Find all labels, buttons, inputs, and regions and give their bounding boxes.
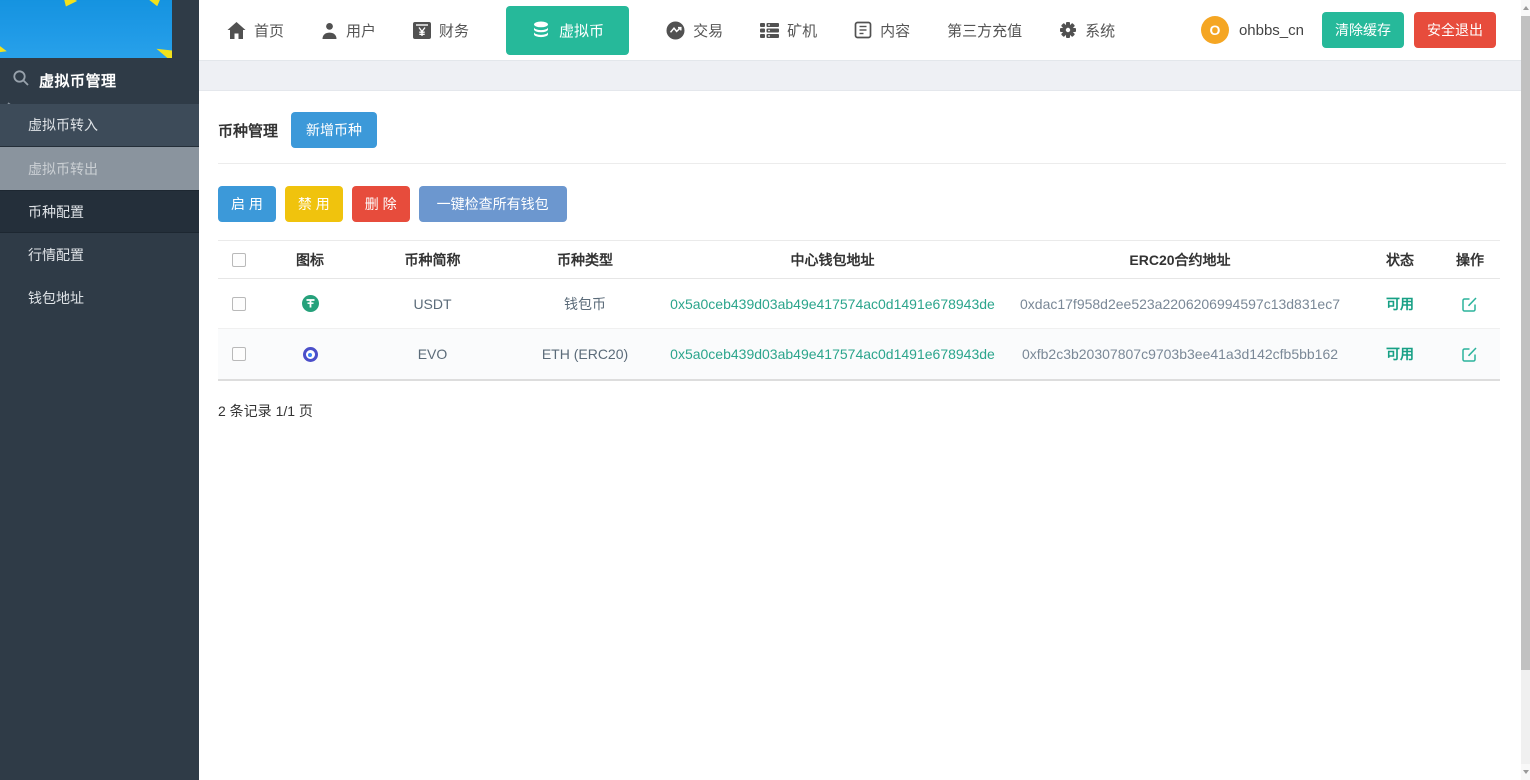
scroll-down-arrow-icon[interactable] [1521,764,1530,780]
username-label[interactable]: ohbbs_cn [1239,22,1304,39]
edit-icon[interactable] [1461,295,1479,313]
nav-item-label: 交易 [693,20,723,41]
tab-currency-management[interactable]: 币种管理 [218,120,278,141]
evo-coin-icon [303,347,318,362]
status-badge: 可用 [1386,294,1414,314]
row-checkbox[interactable] [232,347,246,361]
sidebar-item-transfer-out[interactable]: 虚拟币转出 [0,147,199,190]
tab-row: 币种管理 新增币种 [218,112,1506,148]
edit-icon[interactable] [1461,345,1479,363]
wallet-address-link[interactable]: 0x5a0ceb439d03ab49e417574ac0d1491e678943… [670,296,995,312]
header-icon: 图标 [260,250,360,270]
sidebar: 虚拟币管理 虚拟币转入 虚拟币转出 币种配置 行情配置 钱包地址 [0,0,199,780]
nav-item-label: 系统 [1085,20,1115,41]
select-all-checkbox[interactable] [232,253,246,267]
check-all-wallets-button[interactable]: 一键检查所有钱包 [419,186,567,222]
nav-item-thirdparty-recharge[interactable]: 第三方充值 [947,20,1022,41]
sidebar-item-wallet-address[interactable]: 钱包地址 [0,276,199,319]
user-avatar[interactable]: O [1201,16,1229,44]
table-row-usdt: USDT 钱包币 0x5a0ceb439d03ab49e417574ac0d14… [218,279,1500,329]
header-status: 状态 [1360,250,1440,270]
table-header-row: 图标 币种简称 币种类型 中心钱包地址 ERC20合约地址 状态 操作 [218,241,1500,279]
server-icon [760,22,779,39]
records-count: 2 条记录 1/1 页 [218,401,1506,421]
coin-abbr: USDT [360,296,505,312]
site-logo[interactable] [0,0,172,58]
erc20-address: 0xfb2c3b20307807c9703b3ee41a3d142cfb5bb1… [1022,346,1338,362]
sidebar-item-currency-config[interactable]: 币种配置 [0,190,199,233]
vertical-scrollbar[interactable] [1521,0,1530,780]
nav-user-area: O ohbbs_cn 清除缓存 安全退出 [1201,12,1496,48]
wallet-address-link[interactable]: 0x5a0ceb439d03ab49e417574ac0d1491e678943… [670,346,995,362]
top-navigation: 首页 用户 财务 虚拟币 交易 [199,0,1530,61]
nav-item-mining[interactable]: 矿机 [760,20,817,41]
row-checkbox[interactable] [232,297,246,311]
nav-item-system[interactable]: 系统 [1059,20,1115,41]
logo-decoration [59,0,78,10]
clear-cache-button[interactable]: 清除缓存 [1322,12,1404,48]
finance-icon [413,22,431,39]
sidebar-section-title: 虚拟币管理 [0,58,199,102]
header-wallet: 中心钱包地址 [665,250,1000,270]
logo-decoration [156,40,172,58]
nav-item-content[interactable]: 内容 [854,20,910,41]
disable-button[interactable]: 禁 用 [285,186,343,222]
nav-item-label: 首页 [254,20,284,41]
nav-item-crypto-active[interactable]: 虚拟币 [506,6,629,55]
header-action: 操作 [1440,250,1500,270]
nav-item-label: 虚拟币 [559,20,604,41]
coin-abbr: EVO [360,346,505,362]
sidebar-title-label: 虚拟币管理 [39,70,117,91]
coin-type: 钱包币 [505,294,665,314]
nav-item-label: 内容 [880,20,910,41]
home-icon [227,22,246,39]
tab-divider [218,163,1506,164]
sidebar-menu: 虚拟币转入 虚拟币转出 币种配置 行情配置 钱包地址 [0,104,199,319]
scrollbar-thumb[interactable] [1521,16,1530,670]
delete-button[interactable]: 删 除 [352,186,410,222]
coin-type: ETH (ERC20) [505,346,665,362]
nav-menu: 首页 用户 财务 虚拟币 交易 [227,6,1115,55]
nav-item-label: 矿机 [787,20,817,41]
nav-item-label: 用户 [346,20,376,41]
header-type: 币种类型 [505,250,665,270]
logo-decoration [149,0,165,8]
nav-item-trade[interactable]: 交易 [666,20,723,41]
nav-item-finance[interactable]: 财务 [413,20,469,41]
enable-button[interactable]: 启 用 [218,186,276,222]
header-abbr: 币种简称 [360,250,505,270]
database-icon [531,21,551,39]
logo-decoration [0,45,8,55]
status-badge: 可用 [1386,344,1414,364]
header-erc20: ERC20合约地址 [1000,250,1360,270]
nav-item-users[interactable]: 用户 [321,20,376,41]
scroll-up-arrow-icon[interactable] [1521,0,1530,16]
document-icon [854,21,872,39]
exchange-icon [666,21,685,40]
currency-table: 图标 币种简称 币种类型 中心钱包地址 ERC20合约地址 状态 操作 USDT… [218,240,1500,381]
usdt-coin-icon [302,295,319,312]
search-icon [12,69,30,92]
erc20-address: 0xdac17f958d2ee523a2206206994597c13d831e… [1020,296,1340,312]
nav-item-label: 第三方充值 [947,20,1022,41]
add-currency-button[interactable]: 新增币种 [291,112,377,148]
logout-button[interactable]: 安全退出 [1414,12,1496,48]
user-icon [321,22,338,39]
sidebar-item-market-config[interactable]: 行情配置 [0,233,199,276]
nav-item-home[interactable]: 首页 [227,20,284,41]
nav-item-label: 财务 [439,20,469,41]
main-content: 币种管理 新增币种 启 用 禁 用 删 除 一键检查所有钱包 图标 币种简称 币… [199,91,1521,780]
gear-icon [1059,21,1077,39]
table-row-evo: EVO ETH (ERC20) 0x5a0ceb439d03ab49e41757… [218,329,1500,379]
bulk-action-toolbar: 启 用 禁 用 删 除 一键检查所有钱包 [218,186,1506,222]
sidebar-item-transfer-in[interactable]: 虚拟币转入 [0,104,199,147]
page-header-band [199,61,1530,91]
